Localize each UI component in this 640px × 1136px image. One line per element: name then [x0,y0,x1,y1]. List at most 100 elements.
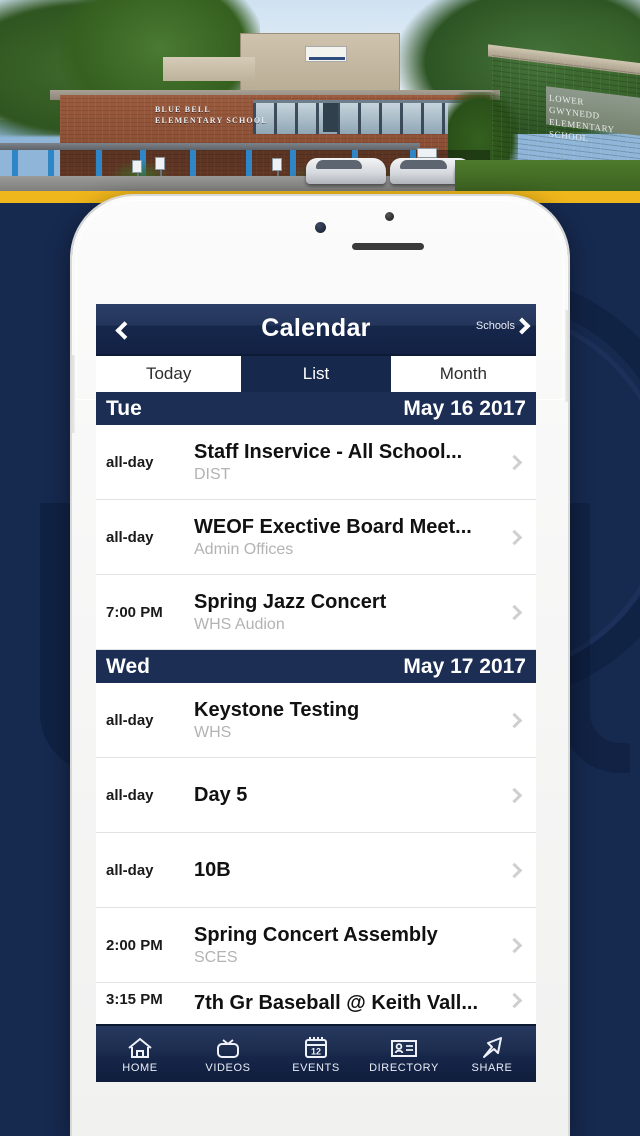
event-details: Spring Concert Assembly SCES [194,923,492,968]
event-details: Day 5 [194,783,492,808]
bottom-tab-bar: HOME VIDEOS 12 EVENTS DIRECTORY SHARE [96,1024,536,1082]
photo-banner: BLUE BELL ELEMENTARY SCHOOL LOWER GWYNED… [0,0,640,191]
tab-list[interactable]: List [243,356,389,392]
event-details: WEOF Exective Board Meet... Admin Office… [194,515,492,560]
tab-today[interactable]: Today [96,356,244,392]
event-details: 7th Gr Baseball @ Keith Vall... [194,991,492,1015]
event-disclosure [492,862,536,878]
share-arrow-icon [479,1034,505,1060]
roof-structure-2 [163,57,255,81]
school-wall-sign-line2: ELEMENTARY SCHOOL [155,116,268,125]
event-row[interactable]: 7:00 PM Spring Jazz Concert WHS Audion [96,575,536,650]
schools-button[interactable]: Schools [475,317,531,335]
event-disclosure [492,454,536,470]
event-location: Admin Offices [194,540,294,558]
chevron-right-icon [506,992,522,1009]
calendar-icon: 12 [303,1034,329,1060]
event-time: all-day [106,786,154,804]
event-time: all-day [106,861,154,879]
event-disclosure [492,604,536,620]
event-time: 3:15 PM [106,991,163,1008]
tab-home-label: HOME [122,1062,158,1074]
car [306,158,386,184]
tv-icon [214,1034,242,1060]
event-time: 2:00 PM [106,936,163,954]
event-title: 7th Gr Baseball @ Keith Vall... [194,992,479,1014]
app-screen: Calendar Schools Today List Month Tue Ma… [96,304,536,1082]
event-row[interactable]: all-day 10B [96,833,536,908]
home-icon [127,1034,153,1060]
event-time: 7:00 PM [106,603,163,621]
chevron-right-icon [506,529,522,545]
event-row[interactable]: 2:00 PM Spring Concert Assembly SCES [96,908,536,983]
tab-events[interactable]: 12 EVENTS [272,1026,360,1082]
page-title: Calendar [261,314,371,342]
tab-share[interactable]: SHARE [448,1026,536,1082]
tab-directory[interactable]: DIRECTORY [360,1026,448,1082]
parking-sign [132,160,142,173]
day-header: Tue May 16 2017 [96,392,536,425]
event-row[interactable]: all-day WEOF Exective Board Meet... Admi… [96,500,536,575]
view-segmented-control: Today List Month [96,356,536,392]
chevron-right-icon [506,454,522,470]
school-wall-sign: BLUE BELL ELEMENTARY SCHOOL [155,103,268,125]
chevron-right-icon [506,712,522,728]
tree-left-2 [60,0,260,100]
roof-sign [305,46,347,62]
parking-sign [272,158,282,171]
calendar-icon-number: 12 [311,1047,321,1057]
roof-structure [240,33,400,95]
day-of-week: Tue [106,396,142,420]
tab-videos-label: VIDEOS [205,1062,251,1074]
event-location: WHS [194,723,232,741]
event-location: SCES [194,948,238,966]
tab-videos[interactable]: VIDEOS [184,1026,272,1082]
parking-sign [155,157,165,170]
event-title: Staff Inservice - All School... [194,440,463,463]
event-details: Keystone Testing WHS [194,698,492,743]
event-disclosure [492,991,536,1009]
event-disclosure [492,937,536,953]
event-details: 10B [194,858,492,883]
contact-card-icon [389,1034,419,1060]
event-location: WHS Audion [194,615,285,633]
event-title: Spring Concert Assembly [194,923,438,946]
event-disclosure [492,529,536,545]
event-details: Staff Inservice - All School... DIST [194,440,492,485]
event-title: WEOF Exective Board Meet... [194,515,472,538]
day-date: May 17 2017 [403,654,526,678]
event-row[interactable]: all-day Staff Inservice - All School... … [96,425,536,500]
tab-home[interactable]: HOME [96,1026,184,1082]
event-title: Spring Jazz Concert [194,590,387,613]
schools-button-label: Schools [475,320,515,332]
lawn [455,160,640,191]
event-details: Spring Jazz Concert WHS Audion [194,590,492,635]
event-disclosure [492,712,536,728]
chevron-right-icon [506,787,522,803]
proximity-sensor [315,222,326,233]
chevron-right-icon [506,937,522,953]
front-camera [385,212,394,221]
event-title: 10B [194,858,231,881]
event-location: DIST [194,465,231,483]
tab-month[interactable]: Month [388,356,536,392]
day-header: Wed May 17 2017 [96,650,536,683]
day-of-week: Wed [106,654,150,678]
tab-directory-label: DIRECTORY [369,1062,439,1074]
chevron-right-icon [513,317,531,335]
event-row[interactable]: 3:15 PM 7th Gr Baseball @ Keith Vall... [96,983,536,1025]
event-time: all-day [106,528,154,546]
event-time: all-day [106,453,154,471]
chevron-right-icon [506,604,522,620]
navigation-bar: Calendar Schools [96,304,536,356]
volume-button[interactable] [70,355,75,433]
day-date: May 16 2017 [403,396,526,420]
earpiece-speaker [352,243,424,250]
event-disclosure [492,787,536,803]
school-wall-sign-line1: BLUE BELL [155,105,211,114]
power-button[interactable] [565,310,570,402]
tab-events-label: EVENTS [292,1062,340,1074]
event-row[interactable]: all-day Keystone Testing WHS [96,683,536,758]
event-row[interactable]: all-day Day 5 [96,758,536,833]
event-title: Day 5 [194,783,248,806]
